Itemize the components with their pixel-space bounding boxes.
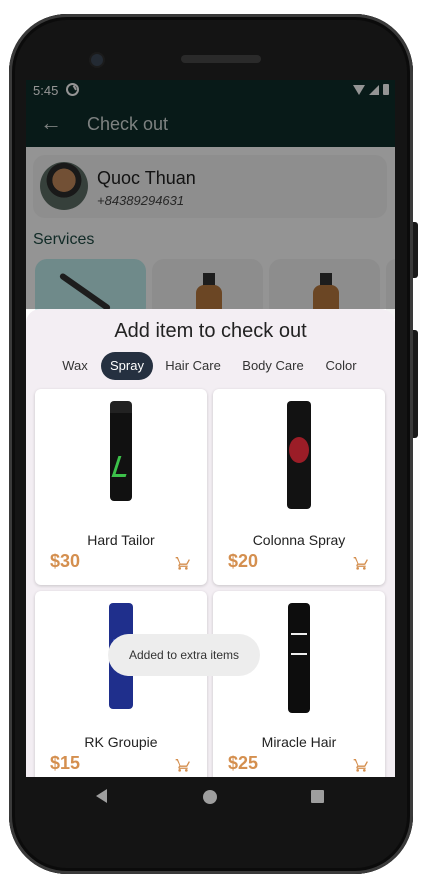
product-image — [287, 401, 311, 509]
tab-spray[interactable]: Spray — [101, 352, 153, 380]
product-grid: Hard Tailor $30 Colonna Spray $20 RK Gro… — [26, 389, 395, 777]
tab-hair-care[interactable]: Hair Care — [162, 352, 224, 380]
sheet-title: Add item to check out — [114, 320, 307, 342]
system-nav-bar — [26, 777, 395, 817]
product-image — [110, 401, 133, 501]
nav-back-icon[interactable] — [96, 789, 107, 803]
product-name: Hard Tailor — [87, 532, 155, 548]
product-card[interactable]: Miracle Hair $25 — [213, 591, 385, 777]
volume-button — [413, 330, 418, 438]
product-price: $25 — [228, 753, 259, 773]
product-card[interactable]: Hard Tailor $30 — [35, 389, 207, 585]
tab-body-care[interactable]: Body Care — [238, 352, 308, 380]
nav-recents-icon[interactable] — [311, 790, 324, 803]
product-card[interactable]: RK Groupie $15 — [35, 591, 207, 777]
cart-icon[interactable] — [175, 555, 191, 571]
tab-color[interactable]: Color — [320, 352, 362, 380]
toast: Added to extra items — [108, 634, 260, 676]
front-camera — [91, 54, 103, 66]
cart-icon[interactable] — [353, 757, 369, 773]
product-price: $15 — [50, 753, 81, 773]
power-button — [413, 222, 418, 278]
product-card[interactable]: Colonna Spray $20 — [213, 389, 385, 585]
category-tabs: Wax Spray Hair Care Body Care Color — [26, 352, 395, 380]
add-item-sheet: Add item to check out Wax Spray Hair Car… — [26, 309, 395, 777]
product-name: RK Groupie — [84, 734, 158, 750]
tab-wax[interactable]: Wax — [56, 352, 94, 380]
earpiece-speaker — [181, 55, 261, 63]
product-name: Miracle Hair — [261, 734, 337, 750]
cart-icon[interactable] — [353, 555, 369, 571]
product-name: Colonna Spray — [252, 532, 346, 548]
nav-home-icon[interactable] — [203, 790, 217, 804]
product-price: $30 — [50, 551, 81, 571]
product-price: $20 — [228, 551, 259, 571]
product-image — [288, 603, 310, 713]
modal-scrim[interactable] — [26, 80, 395, 309]
cart-icon[interactable] — [175, 757, 191, 773]
